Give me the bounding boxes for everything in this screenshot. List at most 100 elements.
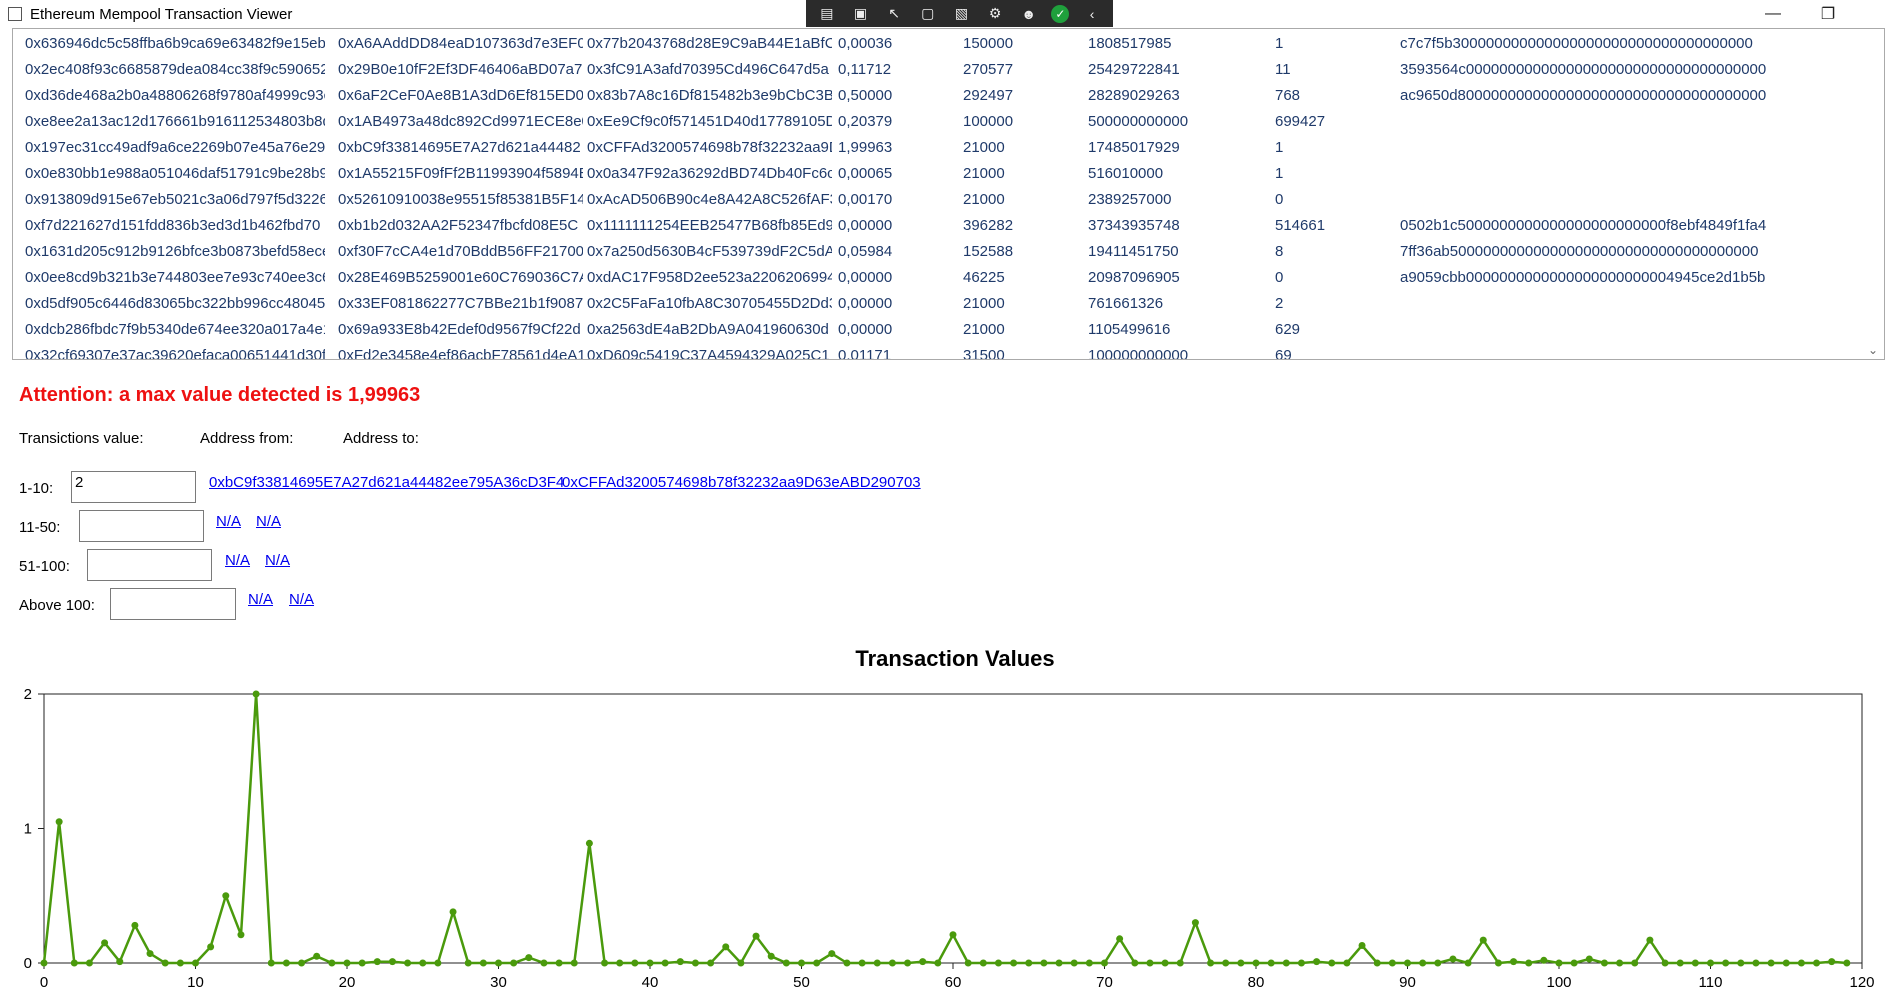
tx-hash-cell: 0xd36de468a2b0a48806268f9780af4999c93c [25,87,325,104]
data-point [1388,959,1396,967]
data-point [237,931,245,939]
display-layout-adorners-icon[interactable]: ▢ [917,4,939,24]
gas-cell: 396282 [963,217,1014,234]
data-point [510,959,518,967]
address-from-link-51-100[interactable]: N/A [225,552,250,569]
data-point [358,959,366,967]
gas-price-cell: 2389257000 [1088,191,1172,208]
to-header: Address to: [343,430,419,447]
data-point [1540,956,1548,964]
table-row[interactable]: 0xe8ee2a13ac12d176661b916112534803b8d 0x1… [13,109,1884,135]
data-point [1161,959,1169,967]
data-point [1070,959,1078,967]
table-row[interactable]: 0x636946dc5c58ffba6b9ca69e63482f9e15eb0 0… [13,31,1884,57]
value-header: Transictions value: [19,430,144,447]
data-point [1828,958,1836,966]
range-value-11-50[interactable] [79,510,204,542]
track-focus-icon[interactable]: ▧ [950,4,972,24]
gas-cell: 21000 [963,165,1005,182]
value-cell: 0,00170 [838,191,893,208]
data-point [313,952,321,960]
data-point [146,950,154,958]
address-from-link-above-100[interactable]: N/A [248,591,273,608]
nonce-cell: 514661 [1275,217,1326,234]
table-row[interactable]: 0xd5df905c6446d83065bc322bb996cc48045 0x3… [13,291,1884,317]
table-row[interactable]: 0xf7d221627d151fdd836b3ed3d1b462fbd70 0xb… [13,213,1884,239]
data-point [752,932,760,940]
value-cell: 0,00065 [838,165,893,182]
address-from-cell: 0x52610910038e95515f85381B5F14 [338,191,583,208]
address-from-cell: 0xf30F7cCA4e1d70BddB56FF21700 [338,243,583,260]
plot-area [43,693,1863,964]
table-row[interactable]: 0x197ec31cc49adf9a6ce2269b07e45a76e29a 0x… [13,135,1884,161]
data-point [1707,959,1714,967]
range-value-above-100[interactable] [110,588,236,620]
transactions-grid[interactable]: ⌄ 0x636946dc5c58ffba6b9ca69e63482f9e15eb… [12,28,1885,360]
tx-hash-cell: 0x197ec31cc49adf9a6ce2269b07e45a76e29a [25,139,325,156]
table-row[interactable]: 0x0e830bb1e988a051046daf51791c9be28b9 0x1… [13,161,1884,187]
accessibility-icon[interactable]: ☻ [1018,4,1040,24]
data-point [1843,959,1851,967]
data-point [904,959,912,967]
data-point [1600,959,1608,967]
data-point [616,959,624,967]
data-point [373,958,381,966]
range-label-11-50: 11-50: [19,519,61,536]
range-value-1-10[interactable]: 2 [71,471,196,503]
address-to-link-1-10[interactable]: 0xCFFAd3200574698b78f32232aa9D63eABD2907… [562,474,921,491]
data-point [298,959,306,967]
table-row[interactable]: 0x1631d205c912b9126bfce3b0873befd58ece 0x… [13,239,1884,265]
address-from-cell: 0xb1b2d032AA2F52347fbcfd08E5C [338,217,579,234]
data-point [434,959,442,967]
collapse-chevron-icon[interactable]: ‹ [1081,4,1103,24]
tx-hash-cell: 0x1631d205c912b9126bfce3b0873befd58ece [25,243,325,260]
address-from-link-11-50[interactable]: N/A [216,513,241,530]
data-point [1343,959,1351,967]
gas-cell: 21000 [963,295,1005,312]
gas-cell: 150000 [963,35,1014,52]
input-data-cell [1400,291,1775,317]
window-title: Ethereum Mempool Transaction Viewer [30,5,293,23]
value-cell: 0,01171 [838,347,892,360]
gas-cell: 292497 [963,87,1014,104]
address-from-link-1-10[interactable]: 0xbC9f33814695E7A27d621a44482ee795A36cD3… [209,474,564,491]
x-tick-label: 0 [40,974,48,991]
minimize-icon[interactable]: — [1750,0,1796,28]
range-value-51-100[interactable] [87,549,212,581]
range-label-51-100: 51-100: [19,558,70,575]
data-point [798,959,805,967]
address-to-link-above-100[interactable]: N/A [289,591,314,608]
gas-price-cell: 25429722841 [1088,61,1180,78]
data-point [479,959,487,967]
tx-hash-cell: 0xf7d221627d151fdd836b3ed3d1b462fbd70 [25,217,321,234]
data-point [661,959,669,967]
address-to-link-11-50[interactable]: N/A [256,513,281,530]
data-point [449,908,457,916]
address-from-cell: 0xA6AAddDD84eaD107363d7e3EF0 [338,35,583,52]
table-row[interactable]: 0xdcb286fbdc7f9b5340de674ee320a017a4e1 0x… [13,317,1884,343]
table-row[interactable]: 0x32cf69307e37ac39620efaca00651441d30fa 0… [13,343,1884,360]
data-point [813,959,821,967]
check-icon[interactable]: ✓ [1051,4,1070,23]
address-to-cell: 0x7a250d5630B4cF539739dF2C5dA [587,243,832,260]
nonce-cell: 768 [1275,87,1301,104]
app-icon [8,7,22,21]
address-from-cell: 0x6aF2CeF0Ae8B1A3dD6Ef815ED0A [338,87,583,104]
table-row[interactable]: 0xd36de468a2b0a48806268f9780af4999c93c 0x… [13,83,1884,109]
data-point [388,958,396,966]
data-point [1101,959,1108,967]
data-point [1358,942,1366,950]
table-row[interactable]: 0x913809d915e67eb5021c3a06d797f5d3226 0x5… [13,187,1884,213]
table-row[interactable]: 0x2ec408f93c6685879dea084cc38f9c590652 0x… [13,57,1884,83]
live-visual-tree-icon[interactable]: ▤ [816,4,838,24]
data-point [601,959,609,967]
data-point [222,892,230,900]
restore-icon[interactable]: ❐ [1805,0,1851,28]
record-icon[interactable]: ▣ [849,4,871,24]
value-cell: 0,50000 [838,87,893,104]
table-row[interactable]: 0x0ee8cd9b321b3e744803ee7e93c740ee3c6 0x2… [13,265,1884,291]
data-point [737,959,745,967]
address-to-link-51-100[interactable]: N/A [265,552,290,569]
binding-failures-icon[interactable]: ⚙ [984,4,1006,24]
select-element-icon[interactable]: ↖ [883,4,905,24]
